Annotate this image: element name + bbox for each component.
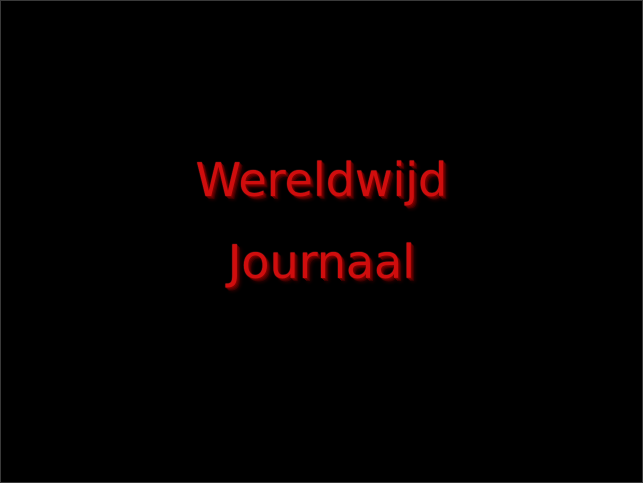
title-line-2: Journaal xyxy=(227,235,416,289)
title-line-1: Wereldwijd xyxy=(195,153,448,207)
slide-canvas: Wereldwijd Journaal xyxy=(0,0,643,483)
slide-title: Wereldwijd Journaal xyxy=(1,139,642,303)
